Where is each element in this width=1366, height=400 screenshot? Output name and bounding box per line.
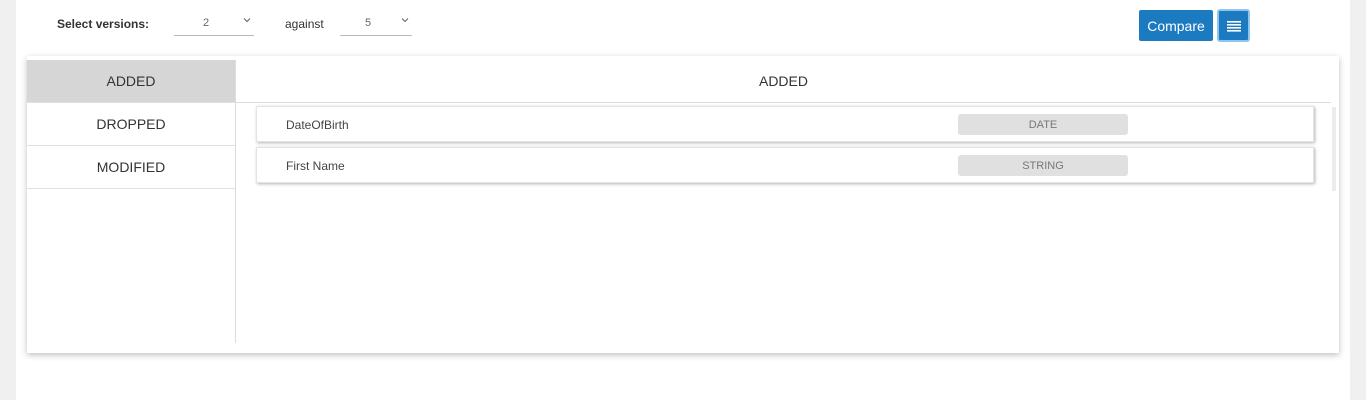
change-type-sidebar: ADDED DROPPED MODIFIED [27, 60, 236, 343]
field-name: First Name [286, 159, 345, 173]
scrollbar[interactable] [1332, 107, 1336, 191]
sidebar-item-label: ADDED [106, 73, 156, 89]
section-title: ADDED [236, 60, 1331, 103]
field-type-badge: STRING [958, 155, 1128, 176]
sidebar-item-label: MODIFIED [96, 159, 166, 175]
field-type-badge: DATE [958, 114, 1128, 135]
list-icon [1226, 20, 1241, 32]
version-b-select[interactable]: 5 [340, 10, 412, 36]
main-content: ADDED DateOfBirth DATE First Name STRING [236, 60, 1339, 343]
against-label: against [285, 17, 324, 31]
field-list: DateOfBirth DATE First Name STRING [256, 106, 1314, 188]
page: Select versions: 2 against 5 Compare ADD… [16, 0, 1350, 400]
sidebar-item-modified[interactable]: MODIFIED [27, 146, 235, 189]
select-versions-label: Select versions: [57, 17, 150, 31]
chevron-down-icon [401, 18, 409, 23]
comparison-panel: ADDED DROPPED MODIFIED ADDED DateOfBirth… [27, 56, 1339, 353]
compare-button[interactable]: Compare [1139, 10, 1213, 41]
toolbar: Select versions: 2 against 5 Compare [16, 0, 1350, 50]
list-item[interactable]: DateOfBirth DATE [256, 106, 1314, 142]
list-view-button[interactable] [1217, 9, 1250, 42]
version-a-value: 2 [202, 17, 210, 29]
list-item[interactable]: First Name STRING [256, 147, 1314, 183]
sidebar-item-added[interactable]: ADDED [27, 60, 235, 103]
chevron-down-icon [243, 18, 251, 23]
version-b-value: 5 [364, 17, 372, 29]
field-name: DateOfBirth [286, 118, 349, 132]
sidebar-item-dropped[interactable]: DROPPED [27, 103, 235, 146]
version-a-select[interactable]: 2 [174, 10, 254, 36]
sidebar-item-label: DROPPED [96, 116, 166, 132]
